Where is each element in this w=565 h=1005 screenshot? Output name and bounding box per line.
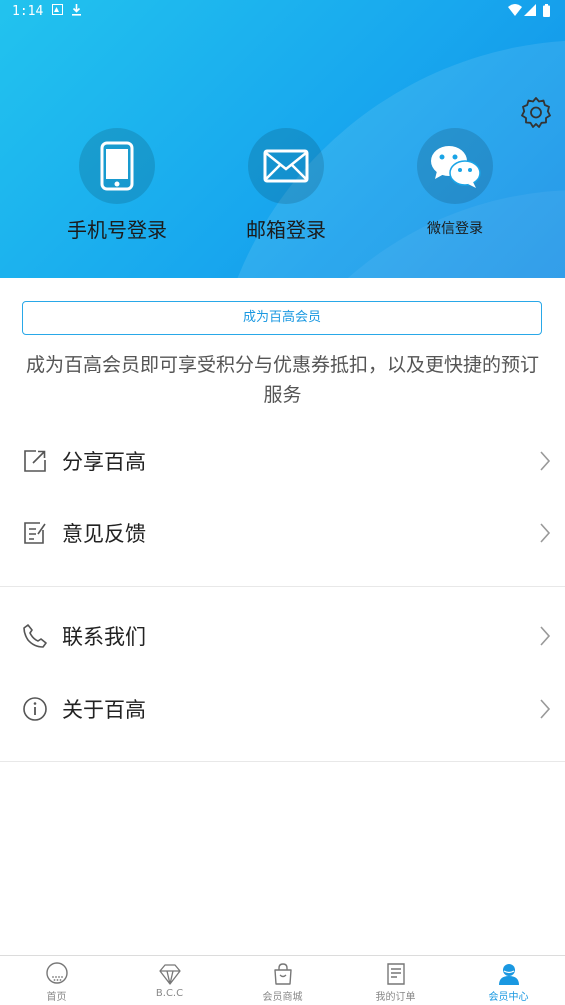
chevron-right-icon: [540, 451, 551, 471]
battery-icon: [543, 4, 550, 21]
feedback-icon: [24, 522, 46, 544]
shopping-bag-icon: [273, 963, 292, 985]
menu-item-feedback[interactable]: 意见反馈: [0, 498, 565, 570]
chevron-right-icon: [540, 626, 551, 646]
email-login-label: 邮箱登录: [246, 218, 326, 242]
tab-label: 首页: [46, 992, 67, 1003]
member-icon: [498, 964, 519, 985]
tab-my-orders[interactable]: 我的订单: [339, 956, 452, 1005]
menu-item-share[interactable]: 分享百高: [0, 426, 565, 498]
tab-member-mall[interactable]: 会员商城: [226, 956, 339, 1005]
download-icon: [71, 4, 82, 20]
menu-item-about[interactable]: 关于百高: [0, 674, 565, 746]
menu-item-label: 意见反馈: [62, 522, 146, 546]
menu-item-contact[interactable]: 联系我们: [0, 601, 565, 673]
chevron-right-icon: [540, 699, 551, 719]
tab-label: 会员中心: [488, 992, 529, 1003]
share-icon: [24, 450, 46, 472]
phone-login-button[interactable]: 手机号登录: [32, 128, 202, 243]
phone-call-icon: [23, 624, 47, 648]
menu-item-label: 关于百高: [62, 698, 146, 722]
section-divider: [0, 761, 565, 762]
wechat-login-label: 微信登录: [427, 221, 483, 237]
phone-login-label: 手机号登录: [67, 218, 167, 242]
wechat-icon: [431, 146, 481, 188]
order-list-icon: [386, 963, 405, 985]
settings-button[interactable]: [520, 96, 552, 128]
bottom-tab-bar: 首页 B.C.C 会员商城 我的订单 会员中心: [0, 955, 565, 1005]
chevron-right-icon: [540, 523, 551, 543]
signal-icon: [524, 4, 536, 20]
golf-ball-icon: [45, 962, 68, 984]
member-description: 成为百高会员即可享受积分与优惠券抵扣，以及更快捷的预订服务: [25, 354, 539, 406]
tab-bcc[interactable]: B.C.C: [113, 956, 226, 1005]
email-login-badge: [248, 128, 324, 204]
tab-label: 我的订单: [375, 992, 416, 1003]
mail-icon: [263, 149, 309, 183]
section-divider: [0, 586, 565, 587]
phone-login-badge: [79, 128, 155, 204]
menu-item-label: 分享百高: [62, 450, 146, 474]
tab-label: 会员商城: [262, 992, 303, 1003]
email-login-button[interactable]: 邮箱登录: [201, 128, 371, 243]
tab-member-center[interactable]: 会员中心: [452, 956, 565, 1005]
status-time: 1:14: [12, 4, 44, 19]
phone-icon: [100, 141, 134, 191]
status-bar: 1:14: [0, 0, 565, 24]
wechat-login-button[interactable]: 微信登录: [370, 128, 540, 238]
menu-item-label: 联系我们: [62, 625, 146, 649]
diamond-icon: [158, 964, 181, 985]
notification-icon: [52, 4, 63, 19]
header-banner: 1:14 手机号登录 邮箱登录 微信登录: [0, 0, 565, 278]
wifi-icon: [508, 4, 522, 20]
info-icon: [23, 697, 47, 721]
tab-label: B.C.C: [155, 988, 184, 999]
become-member-button[interactable]: 成为百高会员: [22, 301, 542, 335]
gear-icon: [521, 97, 551, 128]
tab-home[interactable]: 首页: [0, 956, 113, 1005]
wechat-login-badge: [417, 128, 493, 204]
